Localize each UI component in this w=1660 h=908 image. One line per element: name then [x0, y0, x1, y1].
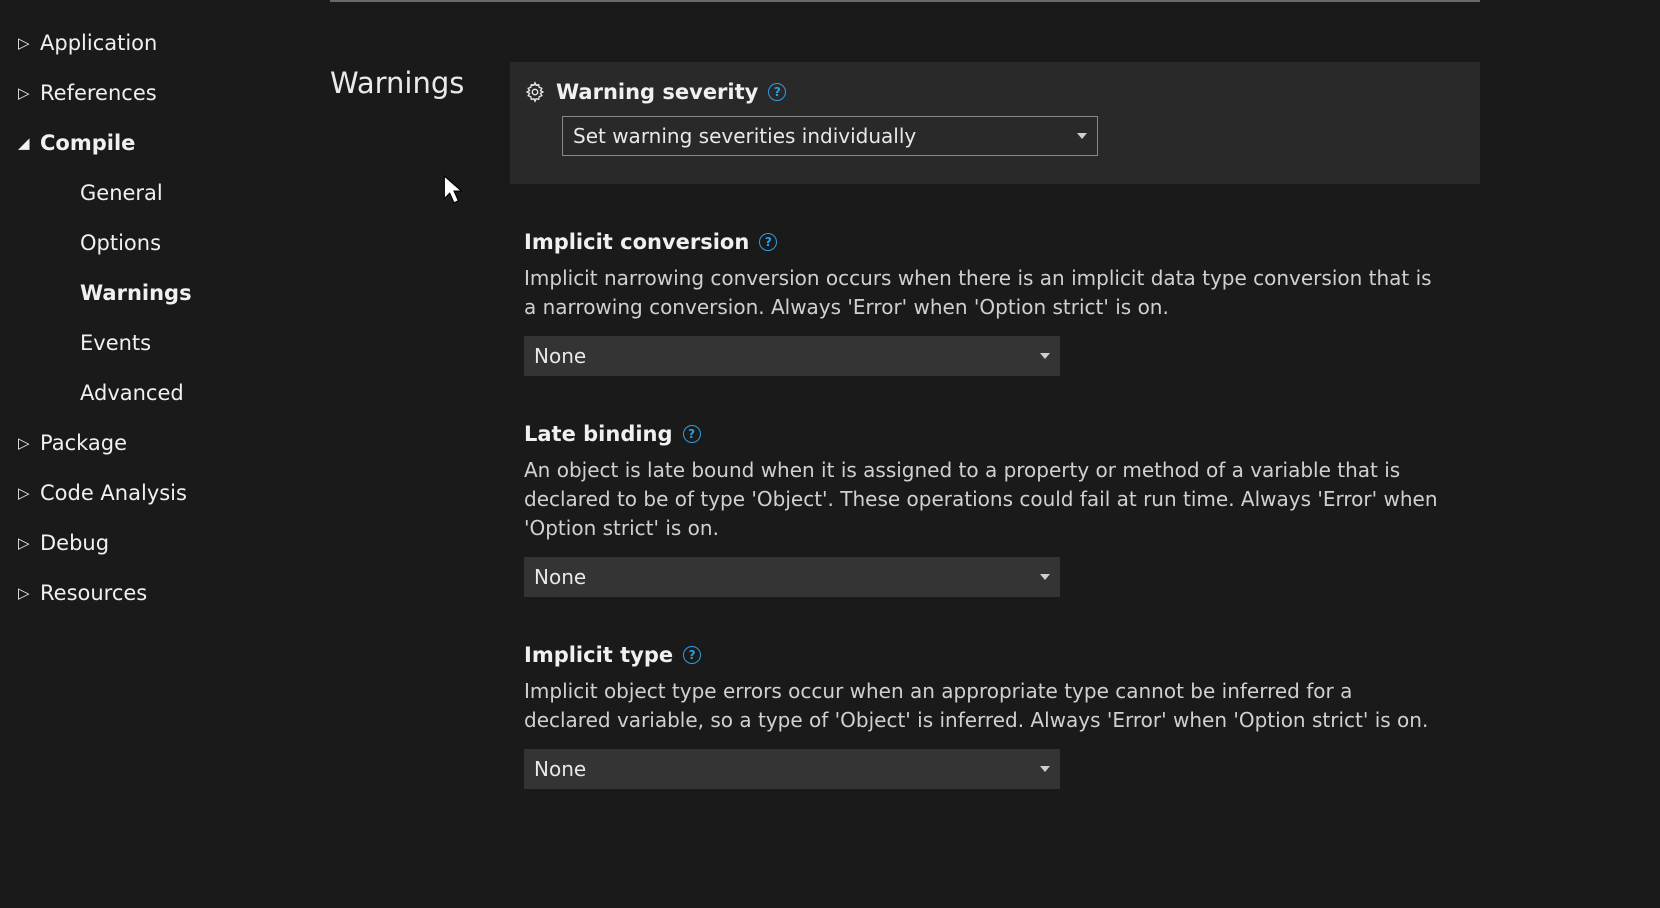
- chevron-right-icon: ▷: [18, 84, 38, 102]
- sidebar-item-compile[interactable]: ◢ Compile: [18, 118, 320, 168]
- dropdown-value: None: [534, 757, 586, 781]
- help-icon[interactable]: ?: [759, 233, 777, 251]
- chevron-right-icon: ▷: [18, 584, 38, 602]
- sidebar-item-resources[interactable]: ▷ Resources: [18, 568, 320, 618]
- help-icon[interactable]: ?: [683, 425, 701, 443]
- chevron-right-icon: ▷: [18, 434, 38, 452]
- sidebar-item-events[interactable]: ▷ Events: [18, 318, 320, 368]
- sidebar-item-advanced[interactable]: ▷ Advanced: [18, 368, 320, 418]
- sidebar: ▷ Application ▷ References ◢ Compile ▷ G…: [0, 0, 330, 908]
- sidebar-item-label: Warnings: [78, 281, 192, 305]
- chevron-down-icon: [1040, 353, 1050, 359]
- help-icon[interactable]: ?: [768, 83, 786, 101]
- chevron-down-icon: ◢: [18, 134, 38, 152]
- chevron-down-icon: [1040, 766, 1050, 772]
- dropdown-value: None: [534, 565, 586, 589]
- sidebar-item-debug[interactable]: ▷ Debug: [18, 518, 320, 568]
- chevron-right-icon: ▷: [18, 34, 38, 52]
- sidebar-item-label: Package: [38, 431, 127, 455]
- dropdown-value: Set warning severities individually: [573, 124, 916, 148]
- sidebar-item-label: Code Analysis: [38, 481, 187, 505]
- sidebar-item-code-analysis[interactable]: ▷ Code Analysis: [18, 468, 320, 518]
- warning-severity-label: Warning severity: [556, 80, 758, 104]
- setting-late-binding: Late binding ? An object is late bound w…: [510, 422, 1480, 597]
- sidebar-item-label: Application: [38, 31, 157, 55]
- setting-description: Implicit object type errors occur when a…: [524, 677, 1444, 735]
- sidebar-item-package[interactable]: ▷ Package: [18, 418, 320, 468]
- chevron-right-icon: ▷: [18, 484, 38, 502]
- setting-implicit-type: Implicit type ? Implicit object type err…: [510, 643, 1480, 789]
- section-title: Warnings: [330, 62, 510, 100]
- sidebar-item-label: Events: [78, 331, 151, 355]
- setting-label: Implicit conversion: [524, 230, 749, 254]
- sidebar-item-warnings[interactable]: ▷ Warnings: [18, 268, 320, 318]
- setting-label: Implicit type: [524, 643, 673, 667]
- chevron-down-icon: [1040, 574, 1050, 580]
- sidebar-item-label: Resources: [38, 581, 147, 605]
- sidebar-item-general[interactable]: ▷ General: [18, 168, 320, 218]
- sidebar-item-label: General: [78, 181, 163, 205]
- gear-icon: [524, 81, 546, 103]
- sidebar-item-references[interactable]: ▷ References: [18, 68, 320, 118]
- implicit-conversion-select[interactable]: None: [524, 336, 1060, 376]
- setting-description: Implicit narrowing conversion occurs whe…: [524, 264, 1444, 322]
- implicit-type-select[interactable]: None: [524, 749, 1060, 789]
- sidebar-item-label: Options: [78, 231, 161, 255]
- setting-description: An object is late bound when it is assig…: [524, 456, 1444, 543]
- sidebar-item-label: References: [38, 81, 157, 105]
- setting-implicit-conversion: Implicit conversion ? Implicit narrowing…: [510, 230, 1480, 376]
- content-area: Warnings Warning severity ? Set warning …: [330, 0, 1660, 908]
- sidebar-item-label: Advanced: [78, 381, 184, 405]
- help-icon[interactable]: ?: [683, 646, 701, 664]
- dropdown-value: None: [534, 344, 586, 368]
- sidebar-item-label: Debug: [38, 531, 109, 555]
- chevron-down-icon: [1077, 133, 1087, 139]
- warning-severity-group: Warning severity ? Set warning severitie…: [510, 62, 1480, 184]
- late-binding-select[interactable]: None: [524, 557, 1060, 597]
- chevron-right-icon: ▷: [18, 534, 38, 552]
- sidebar-item-label: Compile: [38, 131, 135, 155]
- warning-severity-select[interactable]: Set warning severities individually: [562, 116, 1098, 156]
- setting-label: Late binding: [524, 422, 673, 446]
- sidebar-item-application[interactable]: ▷ Application: [18, 18, 320, 68]
- sidebar-item-options[interactable]: ▷ Options: [18, 218, 320, 268]
